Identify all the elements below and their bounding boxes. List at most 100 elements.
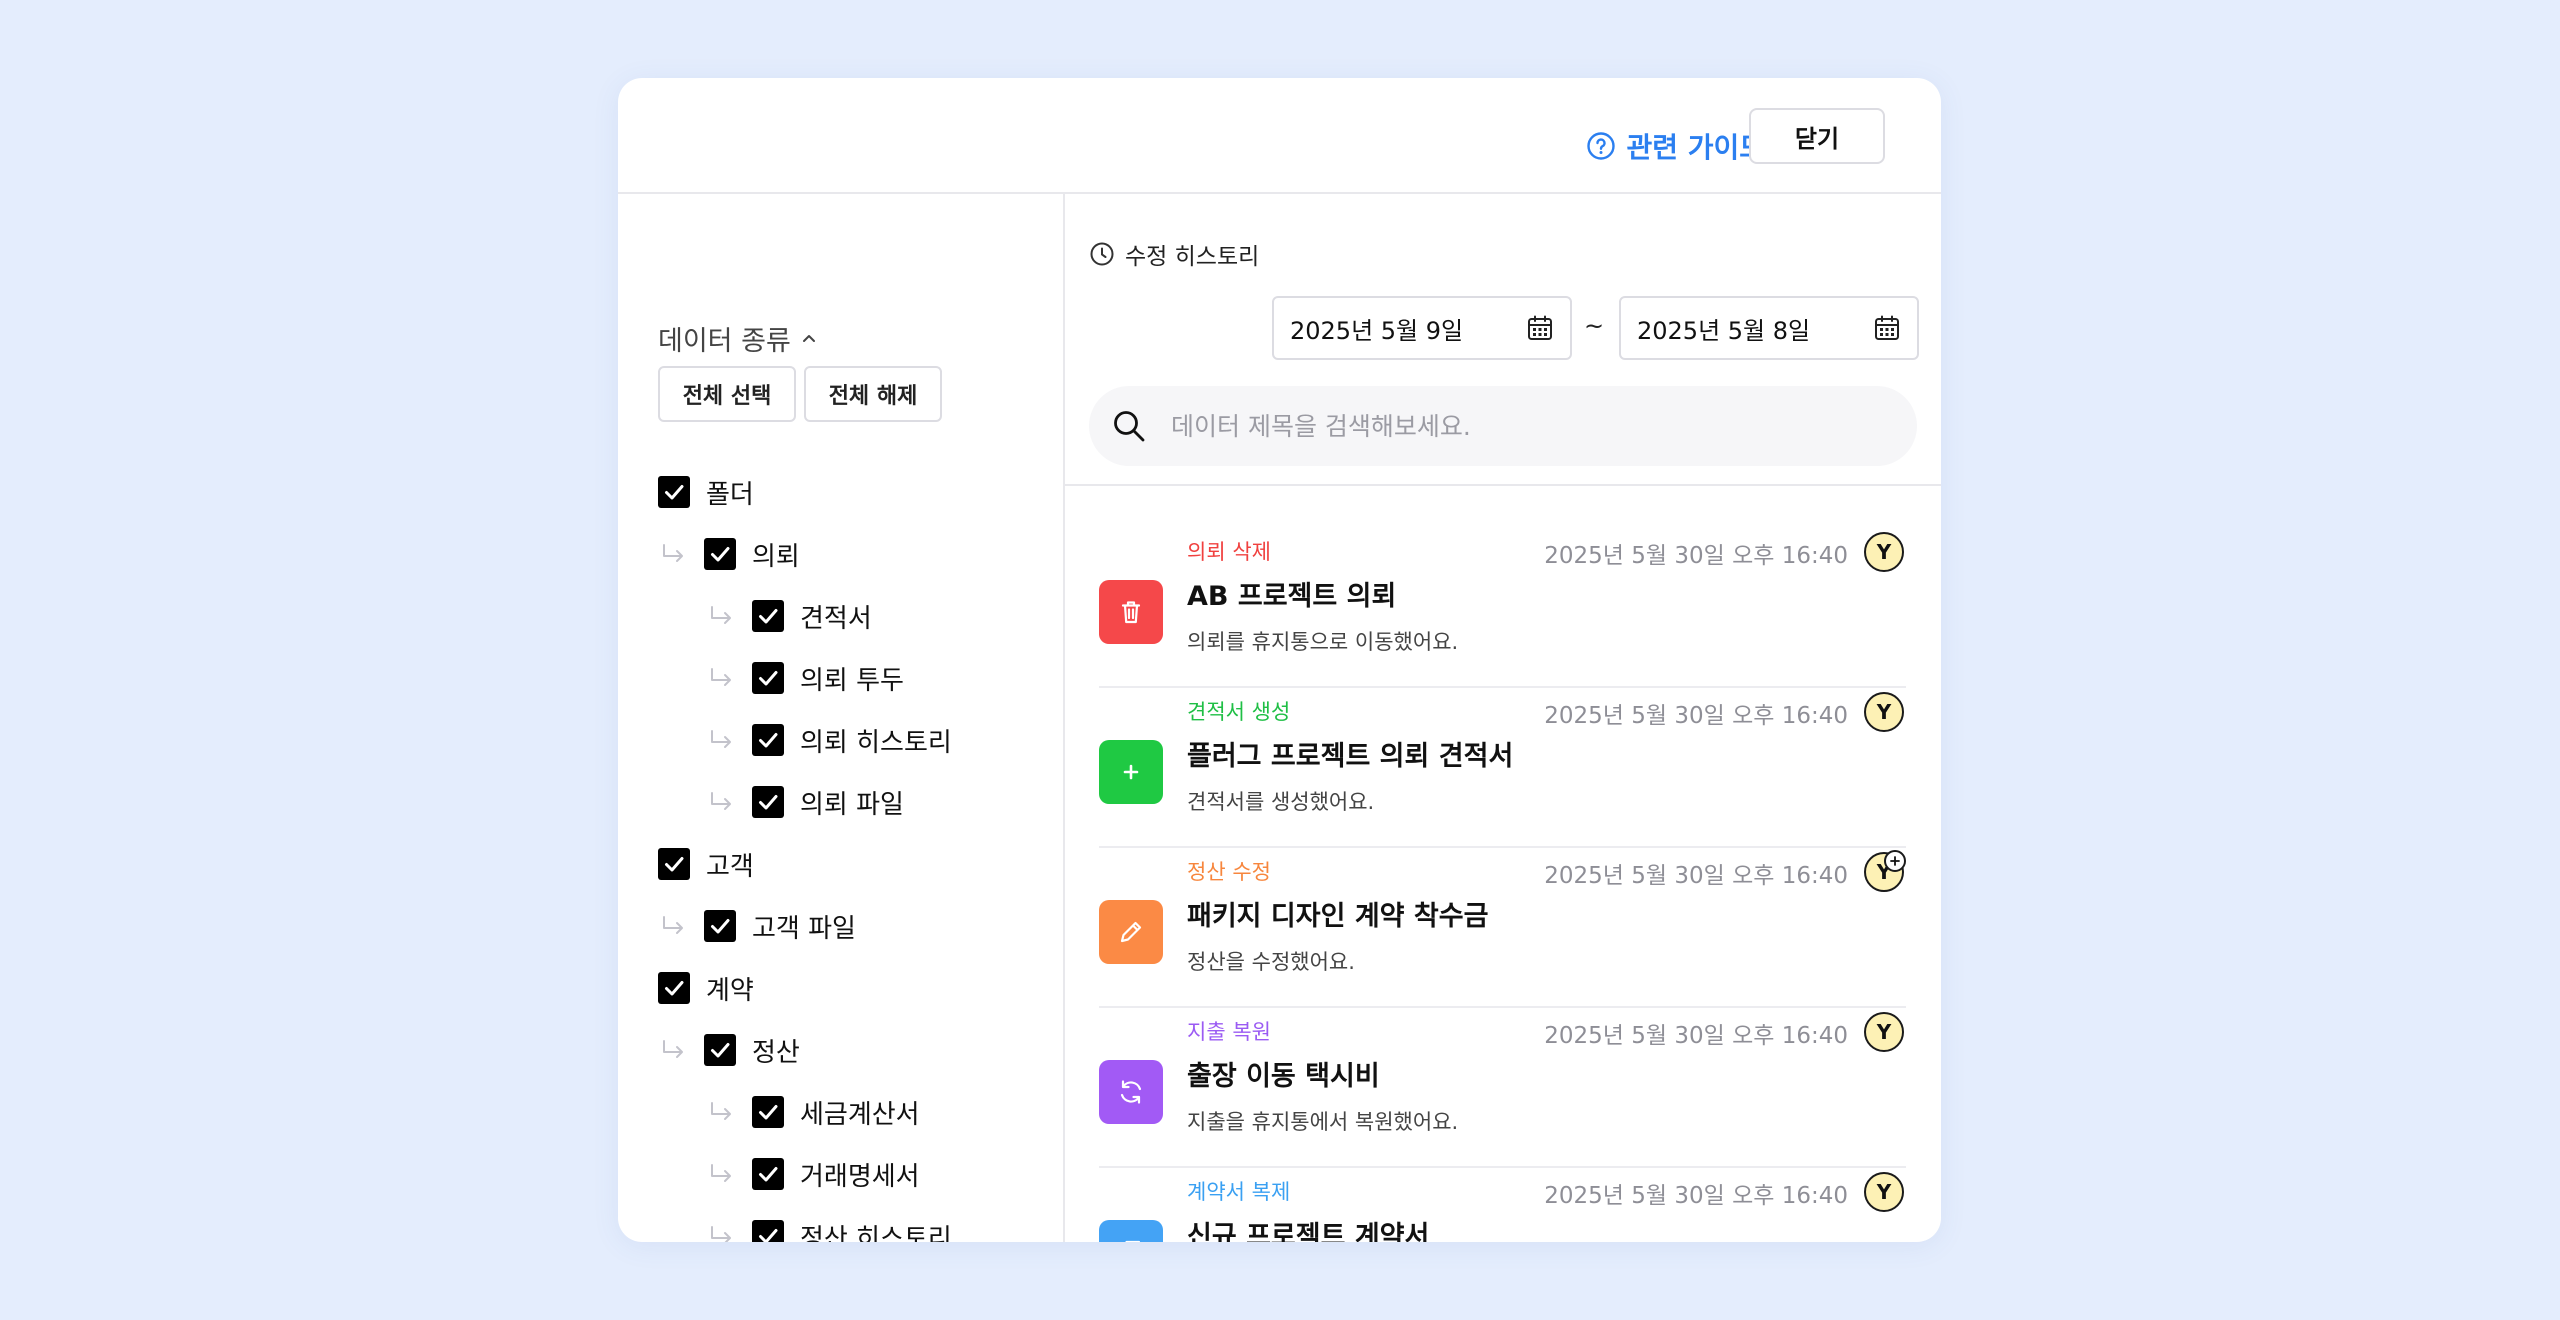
tree-item-label: 의뢰 파일 <box>800 789 904 820</box>
tree-item[interactable]: 정산 히스토리 <box>706 1216 952 1242</box>
date-from-field[interactable]: 2025년 5월 9일 <box>1272 296 1572 360</box>
tree-item-label: 의뢰 투두 <box>800 665 904 696</box>
avatar[interactable]: Y <box>1864 692 1904 732</box>
data-type-filter-panel: 데이터 종류 전체 선택 전체 해제 폴더의뢰 견적서의뢰 투두의뢰 히스토리의뢰… <box>618 194 1065 1242</box>
search-box <box>1089 386 1917 466</box>
tree-item-checkbox[interactable] <box>704 538 736 570</box>
tree-item[interactable]: 폴더 <box>658 472 754 512</box>
entry-title: 신규 프로젝트 계약서 <box>1187 1221 1430 1242</box>
tree-item-label: 거래명세서 <box>800 1161 920 1192</box>
date-from-value: 2025년 5월 9일 <box>1290 316 1464 345</box>
tree-item-checkbox[interactable] <box>752 786 784 818</box>
tree-item-label: 폴더 <box>706 479 754 510</box>
clock-icon <box>1090 242 1114 266</box>
tree-item-label: 정산 히스토리 <box>800 1223 952 1243</box>
plus-small-icon <box>1890 856 1900 866</box>
tree-item-label: 견적서 <box>800 603 872 634</box>
history-entry[interactable]: 계약서 복제신규 프로젝트 계약서계약서의 사본을 생성했어요.2025년 5월… <box>1099 1168 1906 1242</box>
check-icon <box>711 1043 730 1058</box>
check-icon <box>665 857 684 872</box>
avatar-add-badge[interactable] <box>1884 850 1906 872</box>
tree-item[interactable]: 의뢰 히스토리 <box>706 720 952 760</box>
avatar[interactable]: Y <box>1864 532 1904 572</box>
tree-item-label: 고객 파일 <box>752 913 856 944</box>
history-panel: 수정 히스토리 2025년 5월 9일 ~ 2025년 5월 8일 데이터 제목… <box>1065 194 1941 1242</box>
avatar-initial: Y <box>1876 540 1892 564</box>
tree-item-checkbox[interactable] <box>658 972 690 1004</box>
entry-description: 정산을 수정했어요. <box>1187 950 1355 974</box>
date-to-value: 2025년 5월 8일 <box>1637 316 1811 345</box>
tree-item-checkbox[interactable] <box>752 600 784 632</box>
entry-timestamp: 2025년 5월 30일 오후 16:40 <box>1544 1183 1848 1209</box>
tree-item-checkbox[interactable] <box>658 476 690 508</box>
tree-item[interactable]: 의뢰 파일 <box>706 782 904 822</box>
close-button[interactable]: 닫기 <box>1749 108 1885 164</box>
entry-type-badge <box>1099 1220 1163 1242</box>
avatar-initial: Y <box>1876 1020 1892 1044</box>
calendar-icon <box>1875 315 1899 340</box>
check-icon <box>759 609 778 624</box>
date-range-separator: ~ <box>1584 312 1605 340</box>
modal-header: 관련 가이드 닫기 <box>618 78 1941 194</box>
tree-item[interactable]: 고객 <box>658 844 754 884</box>
chevron-up-icon <box>802 335 815 342</box>
tree-item[interactable]: 세금계산서 <box>706 1092 920 1132</box>
tree-item-label: 계약 <box>706 975 754 1006</box>
child-arrow-icon <box>711 1164 731 1182</box>
search-icon <box>1114 411 1145 442</box>
child-arrow-icon <box>711 730 731 748</box>
copy-icon <box>1125 1240 1141 1242</box>
history-entry[interactable]: 의뢰 삭제 AB 프로젝트 의뢰 의뢰를 휴지통으로 이동했어요. 2025년 5월 … <box>1099 528 1906 688</box>
pencil-icon <box>1120 921 1142 943</box>
tree-item[interactable]: 견적서 <box>706 596 872 636</box>
related-guide-label: 관련 가이드 <box>1626 131 1765 164</box>
child-arrow-icon <box>711 1102 731 1120</box>
entry-title: 플러그 프로젝트 의뢰 견적서 <box>1187 741 1514 772</box>
entry-description: 지출을 휴지통에서 복원했어요. <box>1187 1110 1459 1134</box>
help-circle-icon <box>1587 132 1616 160</box>
entry-title: AB 프로젝트 의뢰 <box>1187 581 1397 612</box>
deselect-all-button[interactable]: 전체 해제 <box>804 366 942 422</box>
entry-action: 지출 복원 <box>1187 1020 1271 1044</box>
select-all-button[interactable]: 전체 선택 <box>658 366 796 422</box>
entry-type-badge <box>1099 580 1163 644</box>
check-icon <box>759 1229 778 1242</box>
tree-item-checkbox[interactable] <box>704 1034 736 1066</box>
tree-item[interactable]: 의뢰 투두 <box>706 658 904 698</box>
trash-icon <box>1121 601 1141 624</box>
entry-timestamp: 2025년 5월 30일 오후 16:40 <box>1544 1023 1848 1049</box>
avatar[interactable]: Y <box>1864 1012 1904 1052</box>
tree-item-label: 의뢰 <box>752 541 800 572</box>
tree-item-checkbox[interactable] <box>658 848 690 880</box>
history-entry[interactable]: 지출 복원 출장 이동 택시비 지출을 휴지통에서 복원했어요. 2025년 5월 3… <box>1099 1008 1906 1168</box>
entry-title: 패키지 디자인 계약 착수금 <box>1187 901 1489 932</box>
history-modal: 관련 가이드 닫기 데이터 종류 전체 선택 전체 해제 폴더의뢰 견적서의뢰 투… <box>618 78 1941 1242</box>
tree-item[interactable]: 계약 <box>658 968 754 1008</box>
tree-item[interactable]: 정산 <box>658 1030 800 1070</box>
check-icon <box>759 795 778 810</box>
tree-item-checkbox[interactable] <box>704 910 736 942</box>
tree-item-checkbox[interactable] <box>752 724 784 756</box>
tree-item-checkbox[interactable] <box>752 1096 784 1128</box>
tree-item-checkbox[interactable] <box>752 1158 784 1190</box>
date-to-field[interactable]: 2025년 5월 8일 <box>1619 296 1919 360</box>
data-type-toggle[interactable]: 데이터 종류 <box>658 318 817 358</box>
history-entry[interactable]: 정산 수정 패키지 디자인 계약 착수금 정산을 수정했어요. 2025년 5월 30… <box>1099 848 1906 1008</box>
entry-timestamp: 2025년 5월 30일 오후 16:40 <box>1544 543 1848 569</box>
related-guide-link[interactable]: 관련 가이드 <box>1586 118 1765 174</box>
entry-description: 의뢰를 휴지통으로 이동했어요. <box>1187 630 1459 654</box>
entry-timestamp: 2025년 5월 30일 오후 16:40 <box>1544 863 1848 889</box>
avatar[interactable]: Y <box>1864 1172 1904 1212</box>
tree-item[interactable]: 거래명세서 <box>706 1154 920 1194</box>
child-arrow-icon <box>711 668 731 686</box>
history-entry[interactable]: 견적서 생성 플러그 프로젝트 의뢰 견적서 견적서를 생성했어요. 2025년 5월… <box>1099 688 1906 848</box>
tree-item-checkbox[interactable] <box>752 662 784 694</box>
avatar-initial: Y <box>1876 700 1892 724</box>
entry-action: 견적서 생성 <box>1187 700 1291 724</box>
entry-type-badge <box>1099 900 1163 964</box>
avatar[interactable]: Y <box>1864 850 1906 892</box>
tree-item-checkbox[interactable] <box>752 1220 784 1242</box>
tree-item[interactable]: 의뢰 <box>658 534 800 574</box>
search-input[interactable] <box>1171 411 1871 441</box>
tree-item[interactable]: 고객 파일 <box>658 906 856 946</box>
